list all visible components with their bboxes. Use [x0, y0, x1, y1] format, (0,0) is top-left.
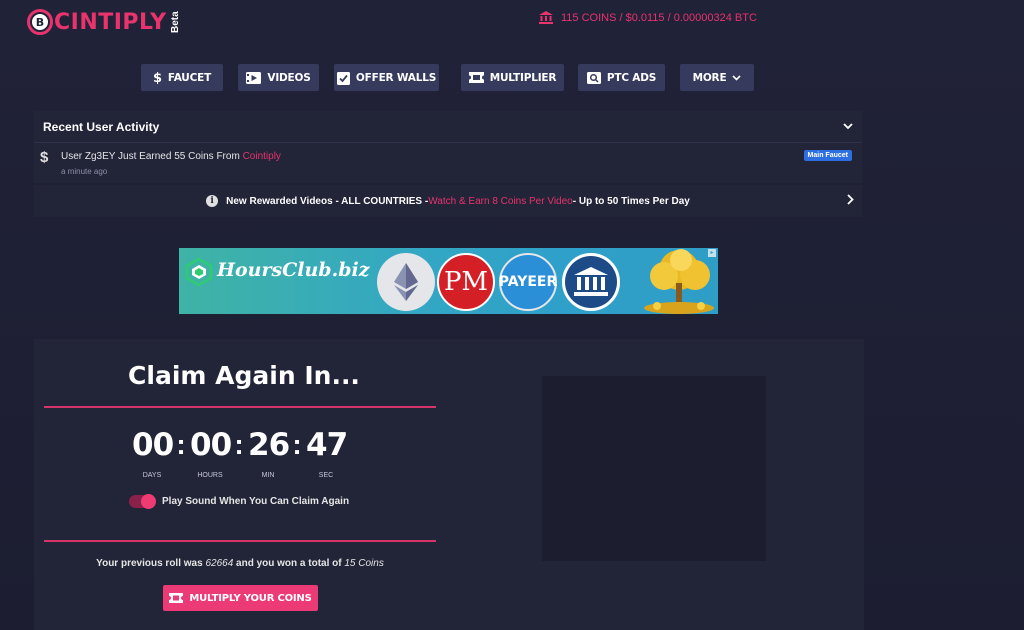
banner-ad[interactable]: HoursClub.biz PM PAYEER ▸: [179, 248, 718, 314]
ticket-icon: [468, 72, 484, 83]
countdown-separator: :: [292, 429, 302, 460]
perfect-money-icon: PM: [437, 253, 495, 311]
countdown-hours-label: HOURS: [197, 472, 223, 479]
nav-ptc-ads-label: PTC ADS: [606, 71, 657, 84]
logo-text: CINTIPLY: [54, 9, 167, 35]
announcement-highlight: Watch & Earn 8 Coins Per Video: [428, 195, 573, 207]
nav-videos-button[interactable]: VIDEOS: [238, 64, 319, 91]
countdown-seconds-value: 47: [306, 427, 348, 463]
recent-activity-panel: Recent User Activity $ User Zg3EY Just E…: [34, 111, 862, 183]
money-tree-icon: [644, 249, 714, 314]
checklist-icon: [336, 71, 350, 85]
nav-multiplier-button[interactable]: MULTIPLIER: [461, 64, 564, 91]
nav-more-label: MORE: [692, 71, 727, 84]
countdown-minutes-label: MIN: [261, 472, 275, 479]
info-icon: i: [206, 195, 219, 207]
banner-brand: HoursClub.biz: [217, 259, 370, 281]
previous-roll-value: 62664: [205, 558, 234, 569]
nav-more-button[interactable]: MORE: [680, 64, 754, 91]
chevron-down-icon[interactable]: [843, 123, 853, 130]
balance-text: 115 COINS / $0.0115 / 0.00000324 BTC: [561, 11, 757, 24]
activity-item: $ User Zg3EY Just Earned 55 Coins From C…: [34, 143, 862, 183]
countdown-seconds: 47 SEC: [306, 425, 348, 479]
sound-toggle[interactable]: [129, 494, 156, 509]
logo-coin-letter: B: [32, 14, 48, 30]
previous-roll-middle: and you won a total of: [233, 558, 345, 569]
countdown-minutes-value: 26: [248, 427, 290, 463]
multiply-coins-button[interactable]: MULTIPLY YOUR COINS: [163, 585, 318, 611]
divider: [44, 540, 436, 542]
activity-message-source: Cointiply: [242, 151, 281, 162]
search-ad-icon: [586, 71, 601, 84]
recent-activity-title: Recent User Activity: [43, 119, 160, 134]
announcement-part1: New Rewarded Videos - ALL COUNTRIES -: [226, 195, 429, 207]
nav-videos-label: VIDEOS: [267, 71, 311, 84]
announcement-part3: - Up to 50 Times Per Day: [572, 195, 690, 207]
ad-placeholder: [542, 376, 766, 561]
activity-message-prefix: User Zg3EY Just Earned 55 Coins From: [61, 151, 243, 162]
logo-beta: Beta: [169, 11, 181, 33]
ad-choices-icon[interactable]: ▸: [708, 249, 716, 257]
logo[interactable]: B CINTIPLY Beta: [27, 8, 181, 36]
dollar-icon: $: [153, 71, 162, 84]
rewarded-videos-announcement[interactable]: i New Rewarded Videos - ALL COUNTRIES - …: [34, 185, 862, 217]
sound-toggle-row: Play Sound When You Can Claim Again: [129, 494, 350, 509]
activity-time: a minute ago: [61, 167, 108, 176]
dollar-icon: $: [40, 149, 49, 166]
countdown-days-label: DAYS: [142, 472, 162, 479]
countdown-days: 00 DAYS: [132, 425, 174, 479]
nav-faucet-button[interactable]: $ FAUCET: [141, 64, 223, 91]
nav-multiplier-label: MULTIPLIER: [489, 71, 557, 84]
chevron-right-icon: [847, 194, 854, 205]
nav-ptc-ads-button[interactable]: PTC ADS: [578, 64, 665, 91]
countdown-seconds-label: SEC: [318, 472, 334, 479]
multiply-coins-label: MULTIPLY YOUR COINS: [189, 592, 312, 604]
nav-faucet-label: FAUCET: [167, 71, 212, 84]
logo-coin-icon: B: [27, 9, 53, 35]
nav-offer-walls-label: OFFER WALLS: [355, 71, 437, 84]
bank-icon: [539, 11, 553, 24]
payeer-icon: PAYEER: [499, 253, 557, 311]
payeer-text: PAYEER: [498, 274, 558, 290]
toggle-knob: [141, 494, 156, 509]
svg-text:$: $: [153, 71, 162, 84]
previous-roll-prefix: Your previous roll was: [96, 558, 206, 569]
ethereum-icon: [377, 253, 435, 311]
activity-message: User Zg3EY Just Earned 55 Coins From Coi…: [61, 151, 862, 162]
recent-activity-header[interactable]: Recent User Activity: [34, 111, 862, 143]
previous-roll-text: Your previous roll was 62664 and you won…: [44, 558, 436, 569]
countdown-separator: :: [176, 429, 186, 460]
ticket-icon: [169, 593, 184, 603]
countdown-minutes: 26 MIN: [248, 425, 290, 479]
sound-toggle-label: Play Sound When You Can Claim Again: [162, 496, 350, 507]
balance-display[interactable]: 115 COINS / $0.0115 / 0.00000324 BTC: [539, 11, 757, 24]
countdown-hours: 00 HOURS: [190, 425, 232, 479]
countdown-timer: 00 DAYS : 00 HOURS : 26 MIN : 47 SEC: [132, 425, 348, 479]
countdown-days-value: 00: [132, 427, 174, 463]
previous-roll-total: 15 Coins: [344, 558, 384, 569]
bank-icon: [562, 253, 620, 311]
claim-title: Claim Again In...: [128, 361, 360, 390]
nav-offer-walls-button[interactable]: OFFER WALLS: [334, 64, 439, 91]
chevron-down-icon: [732, 74, 741, 81]
countdown-hours-value: 00: [190, 427, 232, 463]
countdown-separator: :: [234, 429, 244, 460]
activity-badge: Main Faucet: [803, 150, 852, 161]
divider: [44, 406, 436, 408]
pm-text: PM: [443, 267, 489, 297]
hoursclub-logo-icon: [185, 258, 213, 286]
video-icon: [246, 71, 262, 84]
